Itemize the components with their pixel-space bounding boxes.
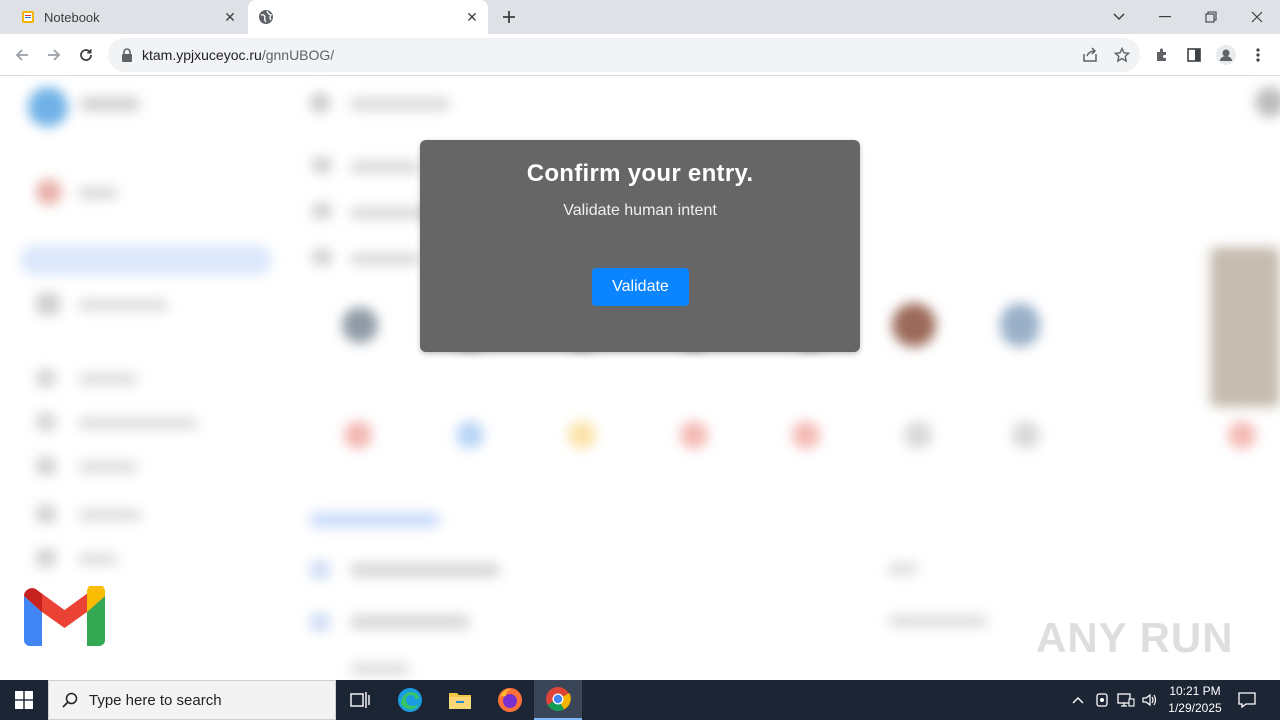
volume-icon[interactable]: [1140, 690, 1160, 710]
browser-toolbar: ktam.ypjxuceyoc.ru/gnnUBOG/: [0, 34, 1280, 76]
tab-current[interactable]: ✕: [248, 0, 488, 34]
menu-kebab-icon[interactable]: [1244, 41, 1272, 69]
clock-time: 10:21 PM: [1169, 684, 1221, 698]
address-bar[interactable]: ktam.ypjxuceyoc.ru/gnnUBOG/: [108, 38, 1140, 72]
taskbar-search-box[interactable]: Type here to search: [48, 680, 336, 720]
bookmark-star-icon[interactable]: [1108, 41, 1136, 69]
windows-start-icon[interactable]: [0, 680, 48, 720]
url-path: /gnnUBOG/: [261, 47, 335, 63]
close-window-icon[interactable]: [1234, 0, 1280, 34]
tab-search-icon[interactable]: [1096, 0, 1142, 34]
globe-icon: [258, 9, 274, 25]
lock-icon[interactable]: [120, 48, 134, 62]
firefox-icon[interactable]: [486, 680, 534, 720]
meet-now-icon[interactable]: [1092, 690, 1112, 710]
notification-center-icon[interactable]: [1234, 688, 1260, 712]
notebook-favicon: [20, 9, 36, 25]
task-view-icon[interactable]: [336, 680, 384, 720]
modal-title: Confirm your entry.: [526, 160, 754, 187]
network-icon[interactable]: [1116, 690, 1136, 710]
file-explorer-icon[interactable]: [436, 680, 484, 720]
close-tab-icon[interactable]: ✕: [462, 7, 482, 27]
restore-icon[interactable]: [1188, 0, 1234, 34]
tab-title: Notebook: [44, 9, 100, 25]
chrome-icon[interactable]: [534, 680, 582, 720]
reload-icon[interactable]: [72, 41, 100, 69]
gmail-logo-icon: [24, 583, 106, 646]
tray-chevron-up-icon[interactable]: [1068, 690, 1088, 710]
share-icon[interactable]: [1076, 41, 1104, 69]
tab-strip: Notebook ✕ ✕: [0, 0, 1280, 34]
forward-arrow-icon[interactable]: [40, 41, 68, 69]
search-placeholder: Type here to search: [89, 691, 222, 709]
system-clock[interactable]: 10:21 PM 1/29/2025: [1164, 683, 1226, 717]
minimize-icon[interactable]: [1142, 0, 1188, 34]
url-text: ktam.ypjxuceyoc.ru/gnnUBOG/: [142, 47, 334, 63]
close-tab-icon[interactable]: ✕: [220, 7, 240, 27]
profile-avatar-icon[interactable]: [1212, 41, 1240, 69]
anyrun-watermark: ANY RUN: [1036, 614, 1234, 661]
clock-date: 1/29/2025: [1168, 701, 1222, 715]
back-arrow-icon[interactable]: [8, 41, 36, 69]
modal-subtitle: Validate human intent: [563, 202, 717, 219]
new-tab-button[interactable]: [497, 5, 521, 29]
validate-button[interactable]: Validate: [592, 268, 689, 306]
extensions-puzzle-icon[interactable]: [1148, 41, 1176, 69]
tab-notebook[interactable]: Notebook ✕: [8, 0, 246, 34]
url-host: ktam.ypjxuceyoc.ru: [142, 47, 262, 63]
search-icon: [61, 691, 79, 709]
edge-icon[interactable]: [386, 680, 434, 720]
side-panel-icon[interactable]: [1180, 41, 1208, 69]
captcha-modal: Confirm your entry. Validate human inten…: [420, 140, 860, 352]
windows-taskbar: Type here to search 10:21 PM 1/29/2025: [0, 680, 1280, 720]
